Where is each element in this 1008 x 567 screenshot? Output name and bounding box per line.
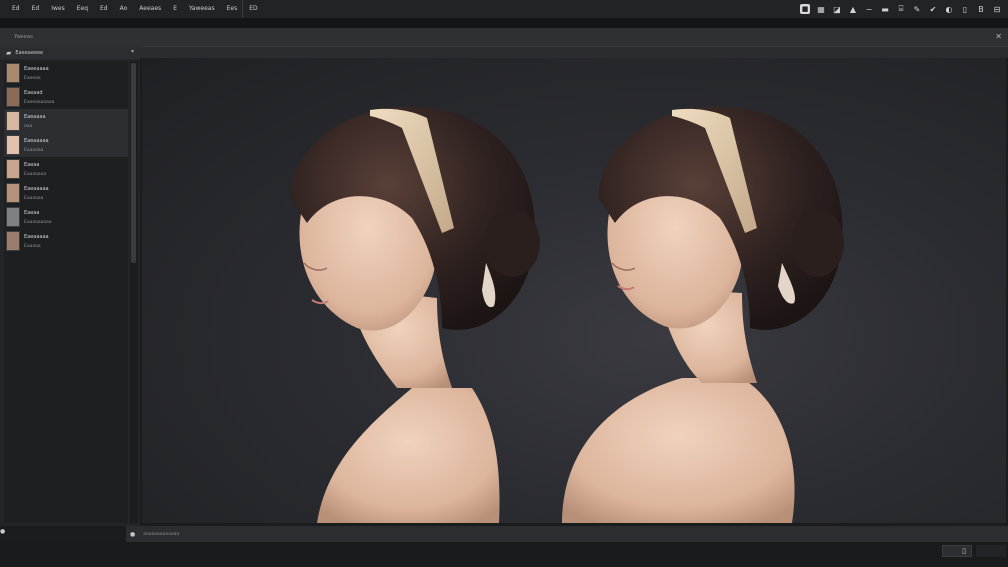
menu-item[interactable]: Ed: [94, 0, 114, 18]
bold-icon[interactable]: B: [974, 2, 988, 16]
asset-name: Eaeaaaa: [24, 113, 46, 120]
menu-item[interactable]: Eeq: [71, 0, 94, 18]
asset-panel: ▰ Eaeeaeeee ▾ Eaeeaaaa Eaeeaa Eaeaad Eae…: [0, 46, 140, 526]
asset-text: Eaeeaaaa Eaeeaa: [24, 66, 49, 81]
asset-text: Eaeaa Eaaaaaaaaa: [24, 210, 52, 225]
asset-meta: Eaaaaaaa: [24, 171, 47, 177]
menu-item[interactable]: ED: [243, 0, 263, 18]
asset-thumbnail: [6, 207, 20, 227]
asset-item[interactable]: Eaeaaaaa Eaaaaa: [4, 229, 128, 253]
asset-name: Eaeaa: [24, 209, 40, 216]
menu-item[interactable]: Ed: [26, 0, 46, 18]
viewport-header: [140, 46, 1008, 58]
asset-thumbnail: [6, 87, 20, 107]
flag-icon[interactable]: ◪: [830, 2, 844, 16]
toolbar: ■ ▦ ◪ ▲ − ▬ ⌸ ✎ ✔ ◐ ▯ B ⊟: [798, 0, 1008, 18]
render-canvas: [290, 106, 844, 523]
render-viewport[interactable]: [142, 58, 1006, 523]
render-figure-right: [562, 106, 844, 523]
phone-icon[interactable]: ▯: [958, 2, 972, 16]
asset-item[interactable]: Eaeaaaaa Eaaaaaa: [4, 133, 128, 157]
mountain-icon[interactable]: ▲: [846, 2, 860, 16]
menubar: Ed Ed Iwes Eeq Ed Ao Aeeaes E Yaweeas Ee…: [0, 0, 1008, 18]
minus-icon[interactable]: −: [862, 2, 876, 16]
asset-item[interactable]: Eaeaa Eaaaaaaaaa: [4, 205, 128, 229]
brush-icon[interactable]: ✎: [910, 2, 924, 16]
toolbar-gap: [0, 18, 1008, 28]
menubar-divider: [242, 0, 243, 18]
asset-thumbnail: [6, 183, 20, 203]
asset-thumbnail: [6, 159, 20, 179]
menu-item[interactable]: Ees: [221, 0, 244, 18]
asset-text: Eaeaa Eaaaaaaa: [24, 162, 46, 177]
dash-icon[interactable]: ▬: [878, 2, 892, 16]
menu-item[interactable]: Iwes: [45, 0, 71, 18]
asset-meta: Eaaaaaa: [24, 147, 44, 153]
square-icon[interactable]: ■: [800, 4, 810, 14]
doc-icon[interactable]: ⌸: [894, 2, 908, 16]
document-tab-title[interactable]: Yaeeas: [0, 34, 33, 40]
footer-bar: ● ▯: [0, 528, 1008, 567]
asset-name: Eaeaaaaa: [24, 185, 49, 192]
asset-meta: Eaaaaaa: [24, 195, 44, 201]
panel-menu-icon[interactable]: ▾: [131, 48, 134, 55]
asset-name: Eaeeaaaa: [24, 65, 49, 72]
asset-meta: Eaeeaa: [24, 75, 41, 81]
menu-items: Ed Ed Iwes Eeq Ed Ao Aeeaes E Yaweeas Ee…: [0, 0, 264, 18]
grid-icon[interactable]: ▦: [814, 2, 828, 16]
asset-name: Eaeaaaaa: [24, 233, 49, 240]
render-figure-left: [290, 106, 540, 523]
fit-button[interactable]: ▯: [960, 546, 968, 556]
menu-item[interactable]: E: [167, 0, 183, 18]
asset-thumbnail: [6, 231, 20, 251]
asset-text: Eaeaaaaa Eaaaaaa: [24, 186, 49, 201]
asset-meta: Eaaaaa: [24, 243, 41, 249]
asset-panel-title: Eaeeaeeee: [15, 49, 44, 56]
menu-item[interactable]: Yaweeas: [183, 0, 221, 18]
menu-item[interactable]: Aeeaes: [133, 0, 167, 18]
close-icon[interactable]: ✕: [995, 32, 1002, 42]
asset-item[interactable]: Eaeeaaaa Eaeeaa: [4, 61, 128, 85]
document-tab-bar: Yaeeas ✕: [0, 28, 1008, 46]
menu-item[interactable]: Ed: [6, 0, 26, 18]
asset-thumbnail: [6, 111, 20, 131]
asset-item[interactable]: Eaeaad Eaeeaaaaaaa: [4, 85, 128, 109]
asset-text: Eaeaad Eaeeaaaaaaa: [24, 90, 54, 105]
asset-item[interactable]: Eaeaaaa aaa: [4, 109, 128, 133]
asset-name: Eaeaa: [24, 161, 40, 168]
asset-item[interactable]: Eaeaa Eaaaaaaa: [4, 157, 128, 181]
folder-icon: ▰: [6, 48, 12, 57]
asset-name: Eaeaad: [24, 89, 43, 96]
asset-text: Eaeaaaa aaa: [24, 114, 46, 129]
layer-icon[interactable]: ●: [130, 531, 135, 538]
asset-item[interactable]: Eaeaaaaa Eaaaaaa: [4, 181, 128, 205]
check-icon[interactable]: ✔: [926, 2, 940, 16]
status-bar: ● aaaaaaaaaaaaa: [126, 526, 1008, 542]
asset-name: Eaeaaaaa: [24, 137, 49, 144]
app-window: Ed Ed Iwes Eeq Ed Ao Aeeaes E Yaweeas Ee…: [0, 0, 1008, 567]
footer-right-area: [976, 545, 1006, 557]
asset-thumbnail: [6, 135, 20, 155]
asset-list: Eaeeaaaa Eaeeaa Eaeaad Eaeeaaaaaaa Eaeaa…: [4, 61, 128, 523]
layout-icon[interactable]: ⊟: [990, 2, 1004, 16]
palette-icon[interactable]: ◐: [942, 2, 956, 16]
menu-item[interactable]: Ao: [114, 0, 134, 18]
asset-text: Eaeaaaaa Eaaaaaa: [24, 138, 49, 153]
status-text: aaaaaaaaaaaaa: [143, 531, 180, 537]
asset-thumbnail: [6, 63, 20, 83]
settings-icon[interactable]: ●: [0, 528, 5, 535]
asset-meta: Eaaaaaaaaa: [24, 219, 52, 225]
asset-panel-header: ▰ Eaeeaeeee ▾: [0, 46, 140, 59]
asset-list-scrollbar[interactable]: [130, 61, 138, 523]
asset-meta: Eaeeaaaaaaa: [24, 99, 55, 105]
scrollbar-thumb[interactable]: [131, 63, 136, 263]
asset-text: Eaeaaaaa Eaaaaa: [24, 234, 49, 249]
asset-meta: aaa: [24, 123, 33, 129]
